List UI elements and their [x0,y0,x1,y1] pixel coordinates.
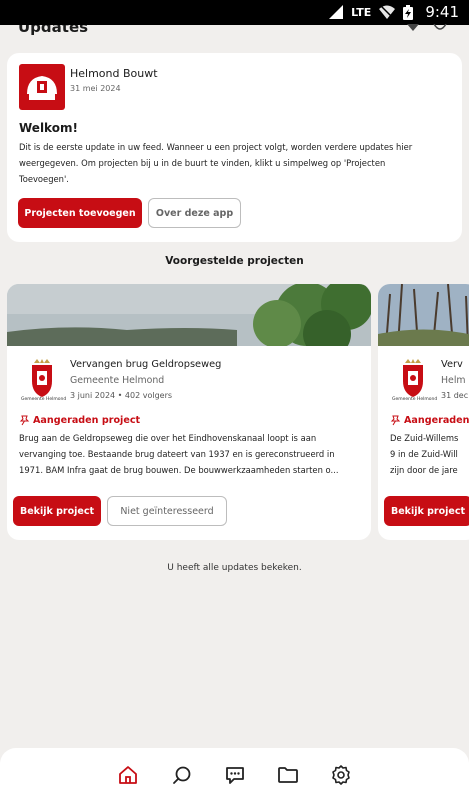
project-title: Verv [441,359,463,370]
project-description: De Zuid-Willems 9 in de Zuid-Will zijn d… [390,433,459,475]
project-meta: 3 juni 2024 • 402 volgers [70,391,173,400]
suggested-projects-title: Voorgestelde projecten [165,255,304,267]
project-card[interactable]: Gemeente Helmond Vervangen brug Geldrops… [7,284,371,540]
project-photo [7,284,371,346]
project-organization: Helm [441,375,466,386]
project-title: Vervangen brug Geldropseweg [70,359,222,370]
home-icon[interactable] [117,764,139,786]
view-project-button[interactable]: Bekijk project [13,496,101,526]
wifi-off-icon [379,5,396,19]
recommended-label: Aangeraden project [19,415,140,426]
pin-icon [390,415,401,426]
pin-icon [19,415,30,426]
signal-icon [329,5,344,19]
about-app-button[interactable]: Over deze app [148,198,241,228]
profile-icon[interactable] [433,24,447,32]
status-bar: LTE 9:41 [0,0,469,25]
recommended-label: Aangeraden [390,415,469,426]
bottom-navigation [0,748,469,800]
helmond-bouwt-logo [19,64,65,110]
update-body: Dit is de eerste update in uw feed. Wann… [19,142,413,184]
clock: 9:41 [425,3,459,21]
welcome-update-card: Helmond Bouwt 31 mei 2024 Welkom! Dit is… [7,53,462,242]
add-projects-button[interactable]: Projecten toevoegen [18,198,142,228]
update-date: 31 mei 2024 [70,84,121,93]
project-card[interactable]: Gemeente Helmond Verv Helm 31 dec Aanger… [378,284,469,540]
all-updates-seen-note: U heeft alle updates bekeken. [167,563,302,573]
project-photo [378,284,469,346]
battery-charging-icon [403,4,414,20]
not-interested-button[interactable]: Niet geïnteresseerd [107,496,227,526]
update-organization: Helmond Bouwt [70,67,158,80]
search-icon[interactable] [171,764,193,786]
project-description: Brug aan de Geldropseweg die over het Ei… [19,433,339,475]
project-meta: 31 dec [441,391,469,400]
project-organization: Gemeente Helmond [70,375,165,386]
notification-icon[interactable] [406,24,420,32]
settings-icon[interactable] [330,764,352,786]
chat-icon[interactable] [224,764,246,786]
view-project-button[interactable]: Bekijk project [384,496,469,526]
update-heading: Welkom! [19,121,78,135]
logo-caption: Gemeente Helmond [392,397,438,402]
network-type: LTE [351,5,372,19]
folder-icon[interactable] [277,764,299,786]
logo-caption: Gemeente Helmond [21,397,67,402]
